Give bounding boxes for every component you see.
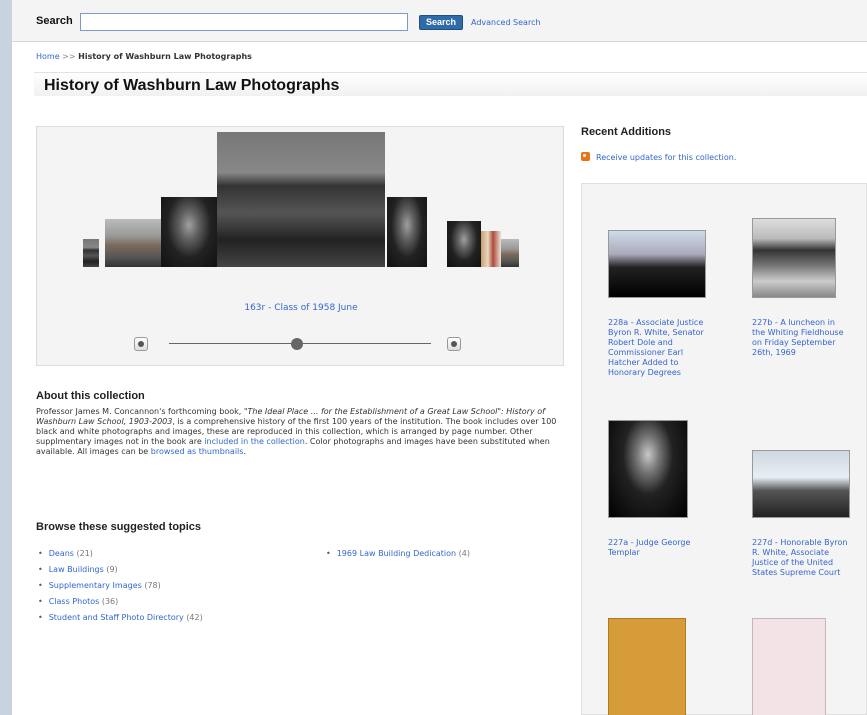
breadcrumb-home-link[interactable]: Home bbox=[36, 52, 60, 61]
topic-item: Class Photos (36) bbox=[38, 594, 203, 610]
slider-next-button[interactable] bbox=[447, 337, 461, 351]
topic-link[interactable]: Law Buildings bbox=[49, 565, 104, 574]
topic-item: 1969 Law Building Dedication (4) bbox=[326, 546, 470, 562]
advanced-search-link[interactable]: Advanced Search bbox=[471, 18, 541, 27]
browse-thumbnails-link[interactable]: browsed as thumbnails bbox=[151, 447, 244, 456]
arrow-left-icon bbox=[138, 341, 144, 347]
topic-link[interactable]: Class Photos bbox=[49, 597, 100, 606]
recent-thumb[interactable] bbox=[608, 618, 686, 715]
recent-additions-panel: 228a - Associate Justice Byron R. White,… bbox=[581, 183, 867, 715]
slider-prev-button[interactable] bbox=[134, 337, 148, 351]
recent-thumb[interactable] bbox=[752, 618, 826, 715]
topic-item: Deans (21) bbox=[38, 546, 203, 562]
carousel-thumb[interactable] bbox=[83, 239, 99, 267]
recent-thumb[interactable] bbox=[608, 420, 688, 518]
breadcrumb: Home >> History of Washburn Law Photogra… bbox=[36, 52, 252, 61]
recent-caption-link[interactable]: 227a - Judge George Templar bbox=[608, 538, 704, 558]
topics-heading: Browse these suggested topics bbox=[36, 521, 202, 533]
rss-link[interactable]: Receive updates for this collection. bbox=[596, 153, 736, 162]
about-text-part: Professor James M. Concannon's forthcomi… bbox=[36, 407, 244, 416]
search-button[interactable]: Search bbox=[419, 15, 463, 30]
topic-count: (9) bbox=[106, 565, 118, 574]
carousel-thumb[interactable] bbox=[481, 231, 501, 267]
topic-link[interactable]: Student and Staff Photo Directory bbox=[49, 613, 184, 622]
included-collection-link[interactable]: included in the collection bbox=[204, 437, 305, 446]
search-bar: Search Search Advanced Search bbox=[12, 0, 867, 42]
page-title: History of Washburn Law Photographs bbox=[44, 77, 340, 94]
topic-count: (4) bbox=[458, 549, 470, 558]
image-carousel: 163r - Class of 1958 June bbox=[36, 126, 564, 366]
about-text-part: . bbox=[243, 447, 246, 456]
carousel-thumb[interactable] bbox=[105, 219, 161, 267]
topic-link[interactable]: 1969 Law Building Dedication bbox=[337, 549, 456, 558]
carousel-slider-knob[interactable] bbox=[291, 338, 304, 350]
breadcrumb-separator: >> bbox=[62, 52, 76, 61]
rss-icon bbox=[581, 152, 590, 161]
topics-list-col1: Deans (21) Law Buildings (9) Supplementa… bbox=[38, 546, 203, 626]
recent-additions-heading: Recent Additions bbox=[581, 126, 672, 138]
search-input[interactable] bbox=[80, 13, 408, 31]
topic-count: (36) bbox=[101, 597, 119, 606]
about-heading: About this collection bbox=[36, 390, 145, 402]
carousel-main-image[interactable] bbox=[217, 132, 385, 267]
breadcrumb-current: History of Washburn Law Photographs bbox=[78, 52, 252, 61]
topics-list-col2: 1969 Law Building Dedication (4) bbox=[326, 546, 470, 562]
search-label: Search bbox=[36, 15, 73, 27]
rss-row[interactable]: Receive updates for this collection. bbox=[581, 152, 736, 162]
arrow-right-icon bbox=[451, 341, 457, 347]
topic-count: (42) bbox=[186, 613, 203, 622]
topic-count: (78) bbox=[144, 581, 161, 590]
topic-link[interactable]: Supplementary Images bbox=[49, 581, 142, 590]
recent-thumb[interactable] bbox=[752, 218, 836, 298]
carousel-thumb[interactable] bbox=[387, 197, 427, 267]
carousel-thumb[interactable] bbox=[501, 239, 519, 267]
topic-item: Law Buildings (9) bbox=[38, 562, 203, 578]
recent-thumb[interactable] bbox=[608, 230, 706, 298]
about-text: Professor James M. Concannon's forthcomi… bbox=[36, 407, 576, 457]
recent-caption-link[interactable]: 228a - Associate Justice Byron R. White,… bbox=[608, 318, 704, 378]
page-frame: Search Search Advanced Search Home >> Hi… bbox=[12, 0, 867, 715]
recent-caption-link[interactable]: 227b - A luncheon in the Whiting Fieldho… bbox=[752, 318, 848, 358]
topic-item: Student and Staff Photo Directory (42) bbox=[38, 610, 203, 626]
carousel-caption-link[interactable]: 163r - Class of 1958 June bbox=[37, 303, 565, 313]
carousel-thumb[interactable] bbox=[447, 221, 481, 267]
topic-item: Supplementary Images (78) bbox=[38, 578, 203, 594]
topic-count: (21) bbox=[76, 549, 93, 558]
topic-link[interactable]: Deans bbox=[49, 549, 74, 558]
carousel-thumb[interactable] bbox=[161, 197, 217, 267]
recent-caption-link[interactable]: 227d - Honorable Byron R. White, Associa… bbox=[752, 538, 848, 578]
recent-thumb[interactable] bbox=[752, 450, 850, 518]
